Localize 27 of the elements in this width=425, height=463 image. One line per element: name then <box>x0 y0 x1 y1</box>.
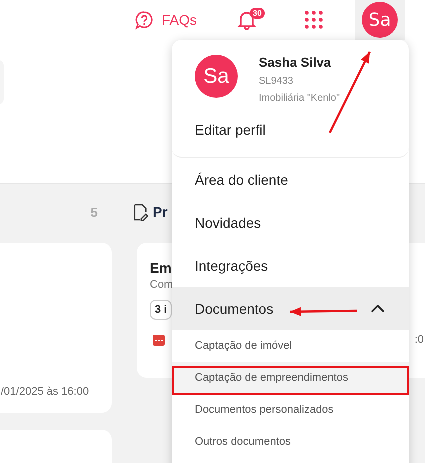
user-name: Sasha Silva <box>259 55 332 70</box>
notification-badge: 30 <box>250 8 265 19</box>
avatar-button[interactable]: Sa <box>362 2 398 38</box>
company-name: Imobiliária "Kenlo" <box>259 93 340 104</box>
menu-item[interactable]: Documentos <box>172 287 409 330</box>
chevron-icon <box>371 304 385 312</box>
submenu-item[interactable]: Documentos personalizados <box>172 394 409 426</box>
avatar: Sa <box>195 55 238 98</box>
user-code: SL9433 <box>259 76 294 87</box>
document-edit-icon <box>133 204 148 220</box>
date-text: /01/2025 às 16:00 <box>1 386 90 398</box>
submenu-item[interactable]: Captação de imóvel <box>172 330 409 362</box>
menu-item[interactable]: Integrações <box>172 244 409 287</box>
time-text: :0 <box>414 334 424 346</box>
annotation-arrow <box>290 307 358 316</box>
section-count: 5 <box>90 204 98 220</box>
help-icon <box>134 10 154 30</box>
menu-item[interactable]: Área do cliente <box>172 158 409 201</box>
notifications-button[interactable]: 30 <box>237 8 271 32</box>
submenu-item[interactable]: Outros documentos <box>172 426 409 458</box>
faq-button[interactable]: FAQs <box>134 10 197 30</box>
calendar-icon <box>153 334 165 346</box>
apps-grid-icon[interactable] <box>305 11 323 29</box>
edit-profile-link[interactable]: Editar perfil <box>195 122 409 138</box>
card-title: Em <box>150 260 172 276</box>
section-title: Pr <box>153 204 168 220</box>
menu-item[interactable]: Novidades <box>172 201 409 244</box>
